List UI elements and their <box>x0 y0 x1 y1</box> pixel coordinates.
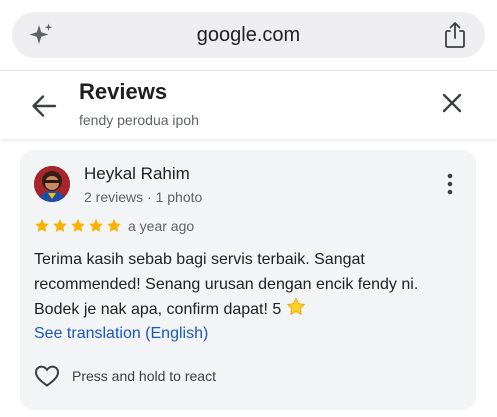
page-title: Reviews <box>79 79 168 104</box>
review-text-body: Terima kasih sebab bagi servis terbaik. … <box>34 251 419 318</box>
avatar-image <box>34 166 70 202</box>
close-icon[interactable] <box>441 92 463 114</box>
arrow-left-icon[interactable] <box>30 93 58 119</box>
heart-outline-icon[interactable] <box>34 364 60 388</box>
address-bar[interactable]: google.com <box>12 12 485 58</box>
reviews-header: Reviews fendy perodua ipoh <box>0 71 497 139</box>
avatar[interactable] <box>34 166 70 202</box>
page-subtitle: fendy perodua ipoh <box>79 112 199 128</box>
review-text: Terima kasih sebab bagi servis terbaik. … <box>34 248 464 323</box>
more-vertical-icon[interactable] <box>444 172 456 196</box>
see-translation-link[interactable]: See translation (English) <box>34 325 208 343</box>
star-emoji-icon <box>286 297 305 315</box>
star-icon <box>53 219 67 232</box>
reviewer-name[interactable]: Heykal Rahim <box>84 164 190 184</box>
star-icon <box>35 219 49 232</box>
address-bar-url[interactable]: google.com <box>12 24 485 47</box>
star-icon <box>89 219 103 232</box>
react-label: Press and hold to react <box>72 368 216 384</box>
star-icon <box>71 219 85 232</box>
star-icon <box>107 219 121 232</box>
review-card: Heykal Rahim 2 reviews · 1 photo a year … <box>20 150 476 410</box>
share-icon[interactable] <box>443 21 467 49</box>
review-time: a year ago <box>128 218 195 234</box>
reviewer-meta: 2 reviews · 1 photo <box>84 189 203 205</box>
star-rating <box>34 218 122 236</box>
browser-toolbar: google.com <box>0 0 497 70</box>
